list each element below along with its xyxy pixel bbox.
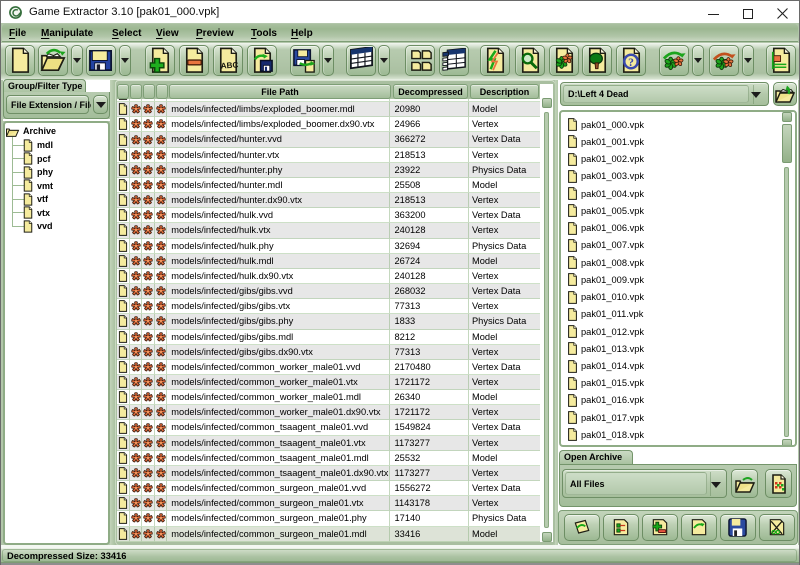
svg-text:ABC: ABC [220, 60, 238, 70]
svg-text:?: ? [628, 56, 634, 69]
